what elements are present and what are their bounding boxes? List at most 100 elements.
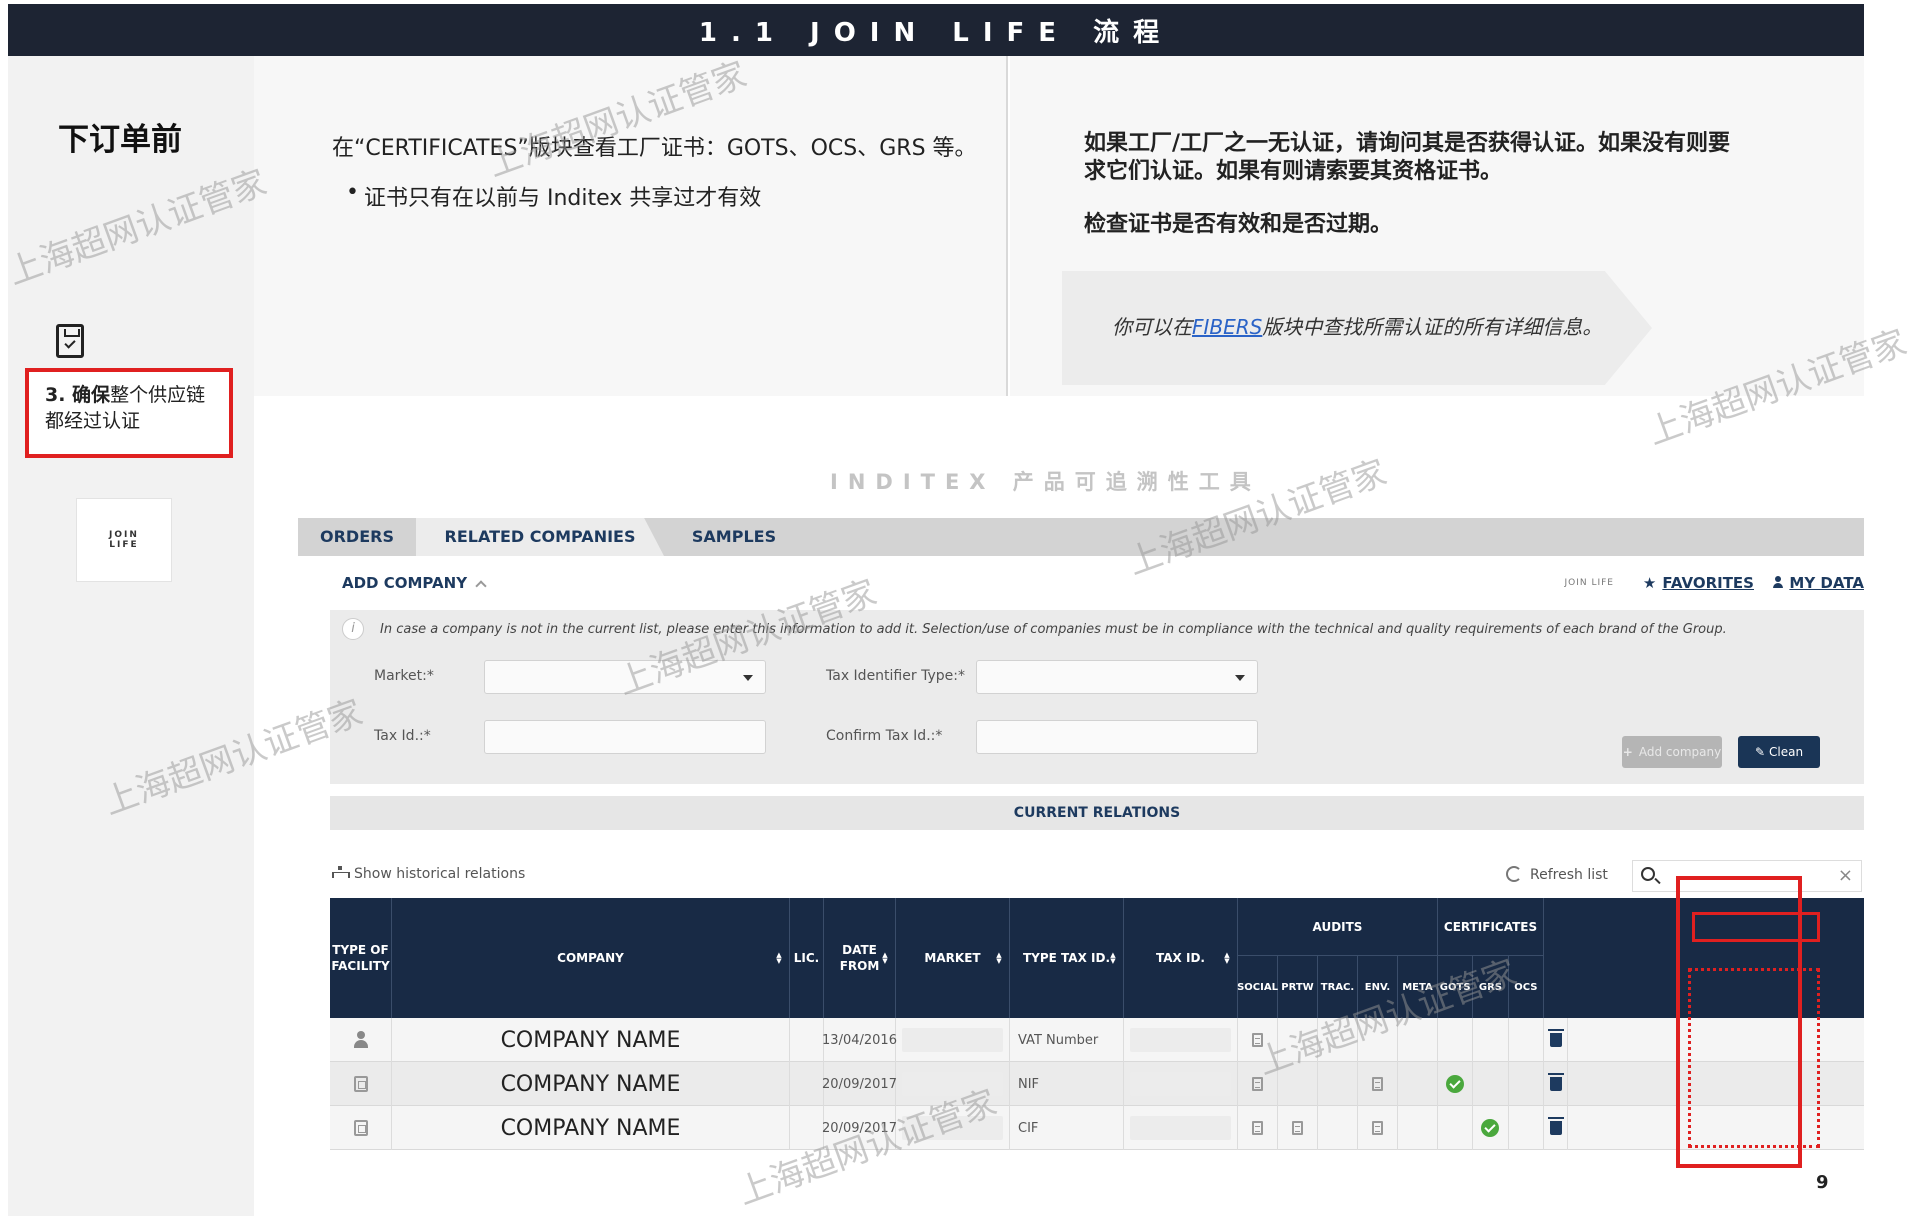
col-date[interactable]: DATE FROM bbox=[824, 898, 896, 1018]
type-cell bbox=[330, 1018, 392, 1062]
trash-icon[interactable] bbox=[1547, 1029, 1564, 1047]
type-cell bbox=[330, 1106, 392, 1150]
confirm-tax-input[interactable] bbox=[976, 720, 1258, 754]
certificates-header-highlight bbox=[1692, 912, 1820, 942]
star-icon: ★ bbox=[1642, 574, 1657, 592]
favorites-link[interactable]: ★ FAVORITES bbox=[1643, 574, 1754, 592]
col-type[interactable]: TYPE OF FACILITY bbox=[330, 898, 392, 1018]
tax-id-input[interactable] bbox=[484, 720, 766, 754]
certificate-cell bbox=[1509, 1062, 1544, 1106]
type-cell bbox=[330, 1062, 392, 1106]
certificate-cell bbox=[1509, 1106, 1544, 1150]
company-name-cell[interactable]: COMPANY NAME bbox=[392, 1106, 790, 1150]
market-value bbox=[901, 1028, 1004, 1052]
col-lic[interactable]: LIC. bbox=[790, 898, 824, 1018]
join-life-logo: JOIN LIFE bbox=[76, 498, 172, 582]
lic-cell bbox=[790, 1062, 824, 1106]
tax-id-cell bbox=[1124, 1062, 1238, 1106]
close-icon[interactable]: × bbox=[1838, 865, 1853, 886]
tax-id-value bbox=[1129, 1028, 1232, 1052]
col-audit-prtw[interactable]: PRTW bbox=[1278, 956, 1318, 1018]
check-icon[interactable] bbox=[1446, 1075, 1465, 1093]
refresh-list-button[interactable]: Refresh list bbox=[1506, 866, 1608, 883]
favorites-label: FAVORITES bbox=[1662, 574, 1754, 592]
certificate-cell bbox=[1473, 1018, 1509, 1062]
callout-text: 你可以在FIBERS版块中查找所需认证的所有详细信息。 bbox=[1112, 311, 1602, 340]
page-number: 9 bbox=[1816, 1172, 1829, 1193]
search-icon bbox=[1641, 867, 1655, 881]
audit-cell bbox=[1318, 1062, 1358, 1106]
factory-icon bbox=[353, 1120, 368, 1136]
col-tax[interactable]: TAX ID. bbox=[1124, 898, 1238, 1018]
audit-cell bbox=[1318, 1106, 1358, 1150]
tax-type-select[interactable] bbox=[976, 660, 1258, 694]
document-icon[interactable] bbox=[1252, 1121, 1263, 1135]
add-company-toggle[interactable]: ADD COMPANY bbox=[342, 574, 487, 592]
panel-divider bbox=[1006, 56, 1008, 396]
certificate-cell[interactable] bbox=[1438, 1062, 1474, 1106]
tab-samples[interactable]: SAMPLES bbox=[664, 518, 804, 556]
info-panel-right: 如果工厂/工厂之一无认证，请询问其是否获得认证。如果没有则要求它们认证。如果有则… bbox=[1010, 56, 1864, 396]
callout-prefix: 你可以在 bbox=[1112, 315, 1192, 339]
factory-icon bbox=[353, 1076, 368, 1092]
check-icon[interactable] bbox=[1481, 1119, 1500, 1137]
certificate-cell[interactable] bbox=[1473, 1106, 1509, 1150]
market-label: Market:* bbox=[374, 668, 434, 684]
certificate-cell bbox=[1438, 1106, 1474, 1150]
company-name-cell[interactable]: COMPANY NAME bbox=[392, 1062, 790, 1106]
audit-cell[interactable] bbox=[1358, 1062, 1398, 1106]
refresh-icon bbox=[1506, 866, 1522, 882]
table-row[interactable]: COMPANY NAME 20/09/2017 NIF bbox=[330, 1062, 1864, 1106]
tab-orders[interactable]: ORDERS bbox=[298, 518, 416, 556]
col-market[interactable]: MARKET bbox=[896, 898, 1010, 1018]
clean-button-label: Clean bbox=[1769, 745, 1804, 759]
table-row[interactable]: COMPANY NAME 20/09/2017 CIF bbox=[330, 1106, 1864, 1150]
certificates-group-header: CERTIFICATES bbox=[1438, 898, 1544, 956]
hierarchy-icon bbox=[332, 866, 350, 878]
add-company-button[interactable]: + Add company bbox=[1622, 736, 1722, 768]
document-icon[interactable] bbox=[1252, 1077, 1263, 1091]
list-tools: Show historical relations Refresh list × bbox=[330, 858, 1864, 894]
table-row[interactable]: COMPANY NAME 13/04/2016 VAT Number bbox=[330, 1018, 1864, 1062]
step-box: 3. 确保整个供应链都经过认证 bbox=[25, 368, 233, 458]
fibers-callout: 你可以在FIBERS版块中查找所需认证的所有详细信息。 bbox=[1062, 271, 1652, 385]
tax-id-cell bbox=[1124, 1106, 1238, 1150]
lic-cell bbox=[790, 1018, 824, 1062]
type-tax-cell: VAT Number bbox=[1010, 1018, 1124, 1062]
info-left-line1: 在“CERTIFICATES”版块查看工厂证书：GOTS、OCS、GRS 等。 bbox=[332, 136, 977, 161]
col-audit-social[interactable]: SOCIAL bbox=[1237, 956, 1278, 1018]
delete-cell[interactable] bbox=[1544, 1018, 1568, 1062]
trash-icon[interactable] bbox=[1547, 1073, 1564, 1091]
fibers-link[interactable]: FIBERS bbox=[1192, 315, 1262, 339]
clean-button[interactable]: ✎ Clean bbox=[1738, 736, 1820, 768]
audit-cell[interactable] bbox=[1278, 1106, 1318, 1150]
document-icon[interactable] bbox=[1292, 1121, 1303, 1135]
certificate-cell bbox=[1509, 1018, 1544, 1062]
info-right-line1: 如果工厂/工厂之一无认证，请询问其是否获得认证。如果没有则要求它们认证。如果有则… bbox=[1084, 131, 1731, 184]
tab-bar: ORDERS RELATED COMPANIES SAMPLES bbox=[298, 518, 1864, 556]
audit-cell[interactable] bbox=[1358, 1106, 1398, 1150]
company-name-cell[interactable]: COMPANY NAME bbox=[392, 1018, 790, 1062]
mini-join-life-logo: JOIN LIFE bbox=[1564, 578, 1614, 588]
delete-cell[interactable] bbox=[1544, 1062, 1568, 1106]
col-type-tax[interactable]: TYPE TAX ID. bbox=[1010, 898, 1124, 1018]
document-icon[interactable] bbox=[1372, 1121, 1383, 1135]
delete-cell[interactable] bbox=[1544, 1106, 1568, 1150]
info-left-bullet: 证书只有在以前与 Inditex 共享过才有效 bbox=[346, 180, 761, 212]
add-company-label: ADD COMPANY bbox=[342, 574, 468, 592]
document-icon[interactable] bbox=[1372, 1077, 1383, 1091]
certificate-cell bbox=[1438, 1018, 1474, 1062]
callout-suffix: 版块中查找所需认证的所有详细信息。 bbox=[1262, 315, 1603, 339]
slide-title: 1.1 JOIN LIFE 流程 bbox=[698, 17, 1174, 48]
my-data-label: MY DATA bbox=[1789, 574, 1864, 592]
show-historical-link[interactable]: Show historical relations bbox=[332, 866, 525, 882]
audits-group-header: AUDITS bbox=[1238, 898, 1438, 956]
audit-cell[interactable] bbox=[1238, 1106, 1278, 1150]
col-company[interactable]: COMPANY bbox=[392, 898, 790, 1018]
my-data-link[interactable]: MY DATA bbox=[1773, 574, 1864, 592]
type-tax-cell: CIF bbox=[1010, 1106, 1124, 1150]
info-note: i In case a company is not in the curren… bbox=[330, 610, 1864, 650]
tab-related-companies[interactable]: RELATED COMPANIES bbox=[416, 518, 664, 556]
trash-icon[interactable] bbox=[1547, 1117, 1564, 1135]
plus-icon: + bbox=[1622, 745, 1633, 759]
